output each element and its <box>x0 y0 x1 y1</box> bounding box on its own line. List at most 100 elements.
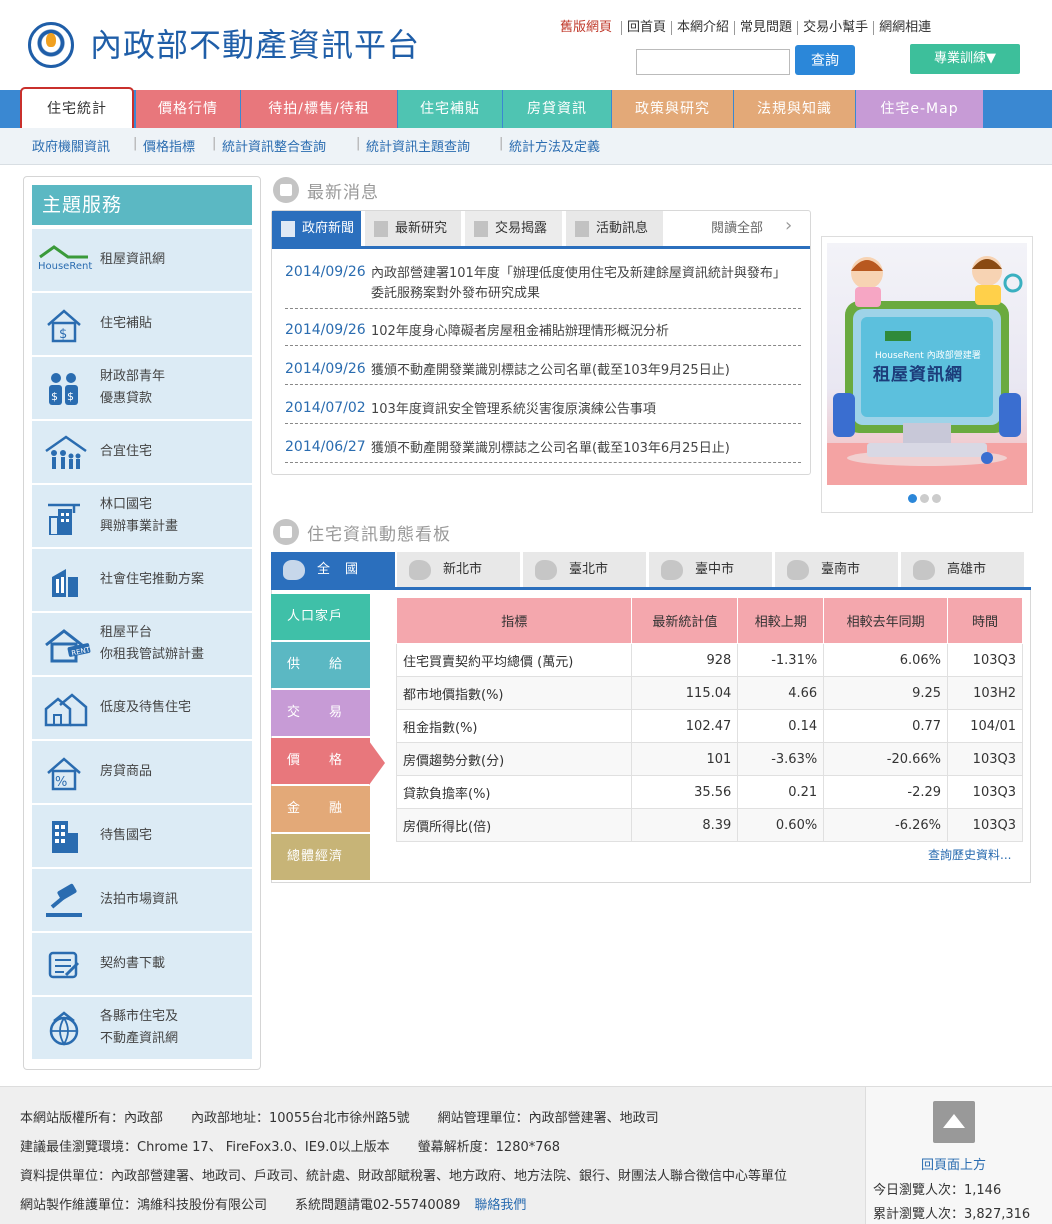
taiwan-map-icon <box>283 560 305 580</box>
region-tab-label: 臺中市 <box>695 562 735 577</box>
contact-us-link[interactable]: 聯絡我們 <box>474 1198 526 1213</box>
category-finance[interactable]: 金 融 <box>271 786 370 832</box>
sidebar-item[interactable]: $ $ 財政部青年優惠貸款 <box>32 357 252 420</box>
pro-training-dropdown[interactable]: 專業訓練▼ <box>910 44 1020 74</box>
cell-indicator: 房價所得比(倍) <box>395 808 633 842</box>
dashboard-section-icon <box>273 519 299 545</box>
news-title[interactable]: 獲頒不動產開發業識別標誌之公司名單(截至103年6月25日止) <box>371 439 796 459</box>
sidebar-item[interactable]: 法拍市場資訊 <box>32 869 252 932</box>
nav-tab-auction[interactable]: 待拍/標售/待租 <box>241 90 397 128</box>
house-percent-icon: % <box>44 755 84 791</box>
sidebar-item-label-2: 優惠貸款 <box>100 391 153 406</box>
carousel-dot[interactable] <box>920 494 929 503</box>
subnav-integrated-query[interactable]: 統計資訊整合查詢 <box>222 136 326 155</box>
sidebar-item[interactable]: $ 住宅補貼 <box>32 293 252 356</box>
sidebar-item[interactable]: 各縣市住宅及 不動產資訊網 <box>32 997 252 1060</box>
subnav-price-index[interactable]: 價格指標 <box>143 136 195 155</box>
region-tab-taichung[interactable]: 臺中市 <box>649 552 772 587</box>
subnav-topic-query[interactable]: 統計資訊主題查詢 <box>366 136 470 155</box>
nav-tab-price[interactable]: 價格行情 <box>136 90 240 128</box>
news-tab-research[interactable]: 最新研究 <box>365 211 461 247</box>
sidebar-item[interactable]: 林口國宅 興辦事業計畫 <box>32 485 252 548</box>
nav-tab-policy[interactable]: 政策與研究 <box>612 90 733 128</box>
region-tab-taipei[interactable]: 臺北市 <box>523 552 646 587</box>
house-rent-banner[interactable]: HouseRent 內政部營建署 租屋資訊網 <box>821 236 1033 513</box>
category-price[interactable]: 價 格 <box>271 738 370 784</box>
query-history-link[interactable]: 查詢歷史資料... <box>928 846 1011 863</box>
region-tab-new-taipei[interactable]: 新北市 <box>397 552 520 587</box>
nav-tab-mortgage[interactable]: 房貸資訊 <box>503 90 611 128</box>
region-tab-label: 新北市 <box>443 562 483 577</box>
category-supply[interactable]: 供 給 <box>271 642 370 688</box>
sidebar-item-label: 財政部青年 <box>100 369 166 384</box>
cell-period: 104/01 <box>947 709 1023 743</box>
news-title[interactable]: 103年度資訊安全管理系統災害復原演練公告事項 <box>371 400 796 420</box>
region-tab-label: 臺南市 <box>821 562 861 577</box>
news-tab-gov[interactable]: 政府新聞 <box>272 211 361 247</box>
news-tab-disclosure[interactable]: 交易揭露 <box>465 211 562 247</box>
nav-tab-emap[interactable]: 住宅e-Map <box>856 90 983 128</box>
category-transaction[interactable]: 交 易 <box>271 690 370 736</box>
dashboard-section-title: 住宅資訊動態看板 <box>307 525 451 545</box>
carousel-dot[interactable] <box>932 494 941 503</box>
cell-vs-last-year: -6.26% <box>823 808 949 842</box>
ministry-emblem-icon[interactable] <box>28 22 74 68</box>
category-macro-economy[interactable]: 總體經濟 <box>271 834 370 880</box>
old-version-link[interactable]: 舊版網頁 <box>560 21 621 35</box>
svg-text:$: $ <box>51 390 58 403</box>
sidebar-item-label-2: 你租我管試辦計畫 <box>100 647 205 662</box>
people-dollar-icon: $ $ <box>44 371 84 407</box>
sidebar-item[interactable]: 合宜住宅 <box>32 421 252 484</box>
sidebar-item[interactable]: HouseRent 租屋資訊網 <box>32 229 252 292</box>
buildings-icon <box>44 563 84 599</box>
sidebar-item[interactable]: 社會住宅推動方案 <box>32 549 252 612</box>
cell-period: 103Q3 <box>947 808 1023 842</box>
region-tab-kaohsiung[interactable]: 高雄市 <box>901 552 1024 587</box>
cell-vs-last-year: 6.06% <box>823 643 949 677</box>
search-input[interactable] <box>636 49 790 75</box>
cell-vs-prev: 0.21 <box>737 775 825 809</box>
sidebar-item[interactable]: 契約書下載 <box>32 933 252 996</box>
taichung-map-icon <box>661 560 683 580</box>
chevron-right-icon[interactable]: › <box>785 215 792 236</box>
footer-admin: 網站管理單位：內政部營建署、地政司 <box>437 1111 659 1126</box>
total-visits: 累計瀏覽人次：3,827,316 <box>873 1207 1031 1222</box>
banner-image[interactable]: HouseRent 內政部營建署 租屋資訊網 <box>827 243 1027 485</box>
table-header-row: 指標 最新統計值 相較上期 相較去年同期 時間 <box>395 597 1023 644</box>
region-tab-national[interactable]: 全 國 <box>271 552 395 590</box>
faq-link[interactable]: 常見問題 <box>734 21 797 35</box>
news-title[interactable]: 102年度身心障礙者房屋租金補貼辦理情形概況分析 <box>371 322 796 342</box>
site-title[interactable]: 內政部不動產資訊平台 <box>90 20 420 66</box>
search-button[interactable]: 查詢 <box>795 45 855 75</box>
related-links-link[interactable]: 網網相連 <box>873 21 936 35</box>
sidebar-item-label: 契約書下載 <box>100 956 166 971</box>
sidebar-item[interactable]: 低度及待售住宅 <box>32 677 252 740</box>
sidebar-item[interactable]: RENT 租屋平台 你租我管試辦計畫 <box>32 613 252 676</box>
sidebar-item-label: 各縣市住宅及 <box>100 1009 179 1024</box>
news-tab-events[interactable]: 活動訊息 <box>566 211 663 247</box>
sidebar-item[interactable]: 待售國宅 <box>32 805 252 868</box>
back-to-top-link[interactable]: 回頁面上方 <box>921 1154 986 1173</box>
nav-tab-law[interactable]: 法規與知識 <box>734 90 855 128</box>
read-all-link[interactable]: 閱讀全部 <box>711 217 763 236</box>
news-item[interactable]: 2014/09/26 102年度身心障礙者房屋租金補貼辦理情形概況分析 <box>285 322 801 346</box>
news-title[interactable]: 獲頒不動產開發業識別標誌之公司名單(截至103年9月25日止) <box>371 361 796 381</box>
sidebar-item[interactable]: % 房貸商品 <box>32 741 252 804</box>
about-link[interactable]: 本網介紹 <box>671 21 734 35</box>
subnav-divider: | <box>212 136 217 151</box>
nav-tab-subsidy[interactable]: 住宅補貼 <box>398 90 502 128</box>
home-link[interactable]: 回首頁 <box>621 21 671 35</box>
subnav-gov-info[interactable]: 政府機關資訊 <box>32 136 110 155</box>
news-item[interactable]: 2014/06/27 獲頒不動產開發業識別標誌之公司名單(截至103年6月25日… <box>285 439 801 463</box>
news-item[interactable]: 2014/07/02 103年度資訊安全管理系統災害復原演練公告事項 <box>285 400 801 424</box>
news-title[interactable]: 內政部營建署101年度「辦理低度使用住宅及新建餘屋資訊統計與發布」委託服務案對外… <box>371 264 796 304</box>
trade-helper-link[interactable]: 交易小幫手 <box>797 21 873 35</box>
news-item[interactable]: 2014/09/26 獲頒不動產開發業識別標誌之公司名單(截至103年9月25日… <box>285 361 801 385</box>
region-tab-tainan[interactable]: 臺南市 <box>775 552 898 587</box>
arrow-up-icon[interactable] <box>933 1101 975 1143</box>
carousel-dot[interactable] <box>908 494 917 503</box>
nav-tab-housing-stats[interactable]: 住宅統計 <box>20 87 134 128</box>
news-item[interactable]: 2014/09/26 內政部營建署101年度「辦理低度使用住宅及新建餘屋資訊統計… <box>285 264 801 309</box>
subnav-methods[interactable]: 統計方法及定義 <box>509 136 600 155</box>
category-population[interactable]: 人口家戶 <box>271 594 370 640</box>
